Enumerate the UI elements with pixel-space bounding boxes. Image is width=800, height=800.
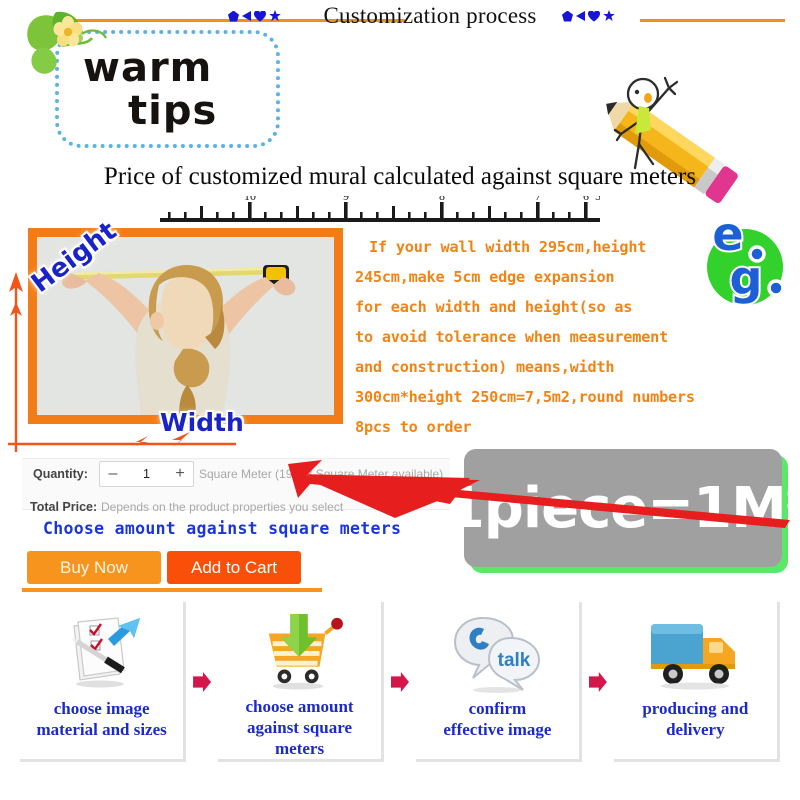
quantity-input[interactable]: 1 (126, 467, 167, 481)
triangle-glyph-icon (576, 11, 585, 21)
svg-text:9: 9 (343, 196, 349, 203)
step-card-choose-image[interactable]: choose image material and sizes (20, 602, 187, 762)
paragraph-line: to avoid tolerance when measurement (355, 328, 669, 346)
svg-text:7: 7 (535, 196, 541, 203)
svg-text:talk: talk (498, 650, 531, 671)
example-eg-badge-icon: e g (707, 212, 785, 307)
add-to-cart-button[interactable]: Add to Cart (167, 551, 301, 584)
step-separator (582, 602, 614, 762)
step-label: choose amount against square meters (245, 697, 354, 758)
dimension-axis-arrows (8, 272, 236, 452)
quantity-decrement-button[interactable]: – (100, 462, 126, 486)
delivery-truck-icon (651, 624, 736, 690)
step-label: confirm effective image (443, 699, 552, 739)
page-title: Customization process (323, 3, 537, 28)
svg-text:6: 6 (583, 196, 589, 203)
ruler-graphic: 10 9 8 7 65 (160, 196, 600, 222)
chevron-right-arrow-icon (390, 672, 409, 692)
document-checklist-pen-icon (71, 617, 140, 688)
svg-text:8: 8 (439, 196, 445, 203)
step-label: choose image material and sizes (36, 699, 167, 739)
step-separator (186, 602, 218, 762)
chevron-right-arrow-icon (588, 672, 607, 692)
header-rule-right (640, 19, 785, 22)
step-label: producing and delivery (642, 699, 749, 739)
main-title: Price of customized mural calculated aga… (103, 163, 697, 190)
svg-text:10: 10 (244, 196, 256, 203)
quantity-label: Quantity: (33, 467, 88, 481)
chevron-right-arrow-icon (193, 672, 212, 692)
shopping-cart-download-icon (268, 613, 343, 690)
paragraph-line: 300cm*height 250cm=7,5m2,round numbers (355, 388, 695, 406)
callout-red-arrow (288, 460, 790, 528)
total-price-label: Total Price: (30, 500, 98, 514)
svg-text:5: 5 (595, 196, 600, 203)
buy-now-button[interactable]: Buy Now (27, 551, 161, 584)
warm-tips-line-2: tips (128, 88, 218, 134)
pentagon-glyph-icon (562, 10, 573, 22)
star-glyph-icon (603, 10, 615, 22)
paragraph-line: and construction) means,width (355, 358, 615, 376)
header-decor-glyphs-right (562, 10, 615, 22)
heart-glyph-icon (588, 11, 600, 22)
steps-section-divider (22, 588, 322, 592)
step-card-producing-delivery[interactable]: producing and delivery (613, 602, 780, 762)
speech-bubbles-talk-icon: talk (454, 616, 541, 693)
step-card-choose-amount[interactable]: choose amount against square meters (217, 602, 385, 762)
star-glyph-icon (269, 10, 281, 22)
step-separator (384, 602, 416, 762)
triangle-glyph-icon (242, 11, 251, 21)
pentagon-glyph-icon (228, 10, 239, 22)
process-steps-row: choose image material and sizes choose a… (20, 602, 780, 782)
paragraph-line: 8pcs to order (355, 418, 472, 436)
step-card-confirm-image[interactable]: talk confirm effective image (415, 602, 583, 762)
heart-glyph-icon (254, 11, 266, 22)
header-decor-glyphs-left (228, 10, 281, 22)
stick-figure-riding-pencil-icon (606, 76, 738, 204)
flower-leaves-icon (27, 11, 107, 74)
